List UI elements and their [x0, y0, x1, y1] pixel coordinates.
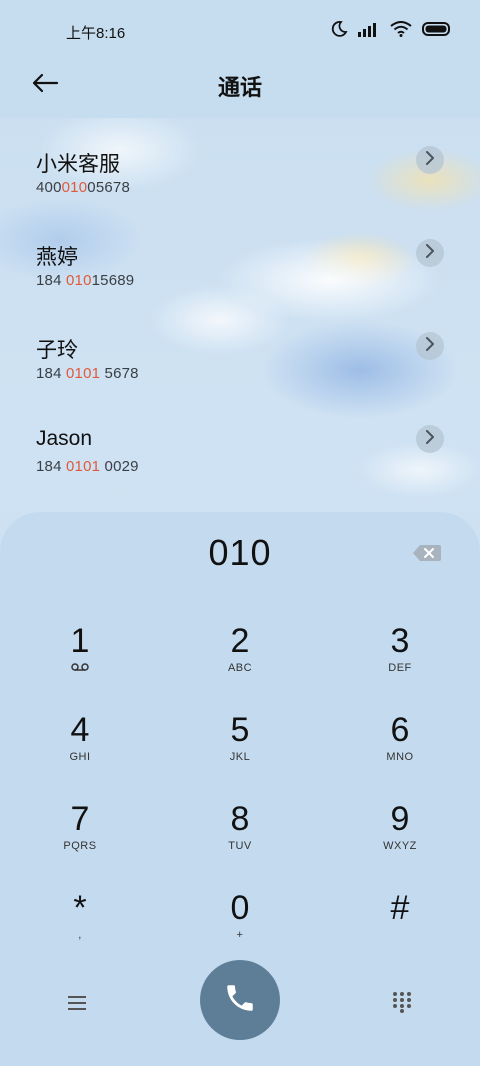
key-9[interactable]: 9 WXYZ [340, 800, 460, 880]
list-item[interactable]: 子玲 184 0101 5678 [0, 304, 480, 397]
key-2[interactable]: 2 ABC [180, 622, 300, 702]
battery-icon [422, 21, 452, 42]
toggle-keypad-button[interactable] [386, 988, 418, 1020]
contact-name: 燕婷 [36, 246, 78, 269]
key-4[interactable]: 4 GHI [20, 711, 140, 791]
dialed-number: 010 [208, 532, 272, 573]
page-title: 通话 [217, 75, 262, 100]
call-button[interactable] [200, 960, 280, 1040]
key-star[interactable]: * , [20, 889, 140, 969]
contact-detail-button[interactable] [416, 146, 444, 174]
number-match: 010 [61, 179, 88, 196]
backspace-button[interactable] [412, 543, 442, 563]
key-hash[interactable]: # [340, 889, 460, 969]
contact-detail-button[interactable] [416, 332, 444, 360]
app-header: 通话 [0, 60, 480, 118]
contact-number: 40001005678 [36, 179, 130, 196]
contact-detail-button[interactable] [416, 239, 444, 267]
menu-icon [68, 995, 86, 1016]
key-0[interactable]: 0 + [180, 889, 300, 969]
contact-name: 小米客服 [36, 153, 120, 176]
number-match: 0101 [66, 365, 101, 382]
chevron-right-icon [425, 150, 435, 170]
voicemail-icon [20, 662, 140, 675]
number-match: 010 [66, 272, 92, 289]
dialpad-panel: 010 1 2 ABC 3 DEF 4 GHI 5 JKL 6 MNO 7 PQ… [0, 512, 480, 1066]
contact-number: 184 0101 0029 [36, 458, 139, 475]
moon-icon [330, 20, 348, 43]
dialpad-grid-icon [392, 991, 412, 1018]
status-time: 上午8:16 [66, 25, 126, 42]
chevron-right-icon [425, 429, 435, 449]
wifi-icon [390, 21, 412, 42]
backspace-icon [412, 545, 442, 567]
list-item[interactable]: 燕婷 184 01015689 [0, 211, 480, 304]
key-8[interactable]: 8 TUV [180, 800, 300, 880]
status-icons [330, 20, 452, 43]
chevron-right-icon [425, 243, 435, 263]
key-6[interactable]: 6 MNO [340, 711, 460, 791]
status-bar: 上午8:16 [0, 0, 480, 60]
contact-number: 184 01015689 [36, 272, 135, 289]
number-match: 0101 [66, 458, 101, 475]
chevron-right-icon [425, 336, 435, 356]
key-7[interactable]: 7 PQRS [20, 800, 140, 880]
contact-list: 小米客服 40001005678 燕婷 184 01015689 子玲 184 … [0, 118, 480, 490]
menu-button[interactable] [62, 990, 92, 1020]
contact-number: 184 0101 5678 [36, 365, 139, 382]
key-1[interactable]: 1 [20, 622, 140, 702]
contact-detail-button[interactable] [416, 425, 444, 453]
dialpad-actions [0, 960, 480, 1050]
key-3[interactable]: 3 DEF [340, 622, 460, 702]
key-5[interactable]: 5 JKL [180, 711, 300, 791]
signal-icon [358, 21, 380, 42]
list-item[interactable]: Jason 184 0101 0029 [0, 397, 480, 490]
phone-icon [223, 981, 257, 1020]
list-item[interactable]: 小米客服 40001005678 [0, 118, 480, 211]
contact-name: 子玲 [36, 339, 78, 362]
contact-name: Jason [36, 427, 93, 450]
